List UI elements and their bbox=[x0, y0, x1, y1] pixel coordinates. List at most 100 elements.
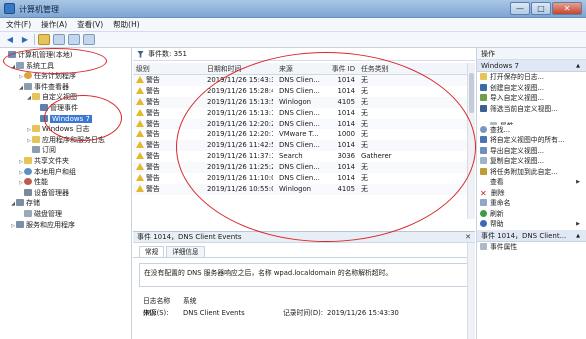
menu-action[interactable]: 操作(A) bbox=[41, 18, 67, 31]
table-row[interactable]: 警告 2019/11/26 10:55:09 Winlogon 4105 无 bbox=[133, 183, 467, 195]
show-hide-tree-icon[interactable] bbox=[53, 34, 65, 45]
forward-arrow-icon[interactable]: ▶ bbox=[19, 34, 31, 45]
table-row[interactable]: 警告 2019/11/26 11:25:22 DNS Clien... 1014 无 bbox=[133, 162, 467, 174]
tree-item[interactable]: 磁盘管理 bbox=[0, 209, 131, 220]
column-level[interactable]: 级别 bbox=[133, 63, 193, 74]
tree-item-label: 系统工具 bbox=[26, 61, 54, 70]
tree-item[interactable]: ◢ 存储 bbox=[0, 198, 131, 209]
action-item[interactable]: 查看 ▶ bbox=[477, 177, 586, 188]
view-icon bbox=[480, 178, 487, 185]
show-action-pane-icon[interactable] bbox=[83, 34, 95, 45]
table-row[interactable]: 警告 2019/11/26 11:42:56 DNS Clien... 1014 无 bbox=[133, 140, 467, 152]
detail-scrollbar[interactable] bbox=[467, 243, 475, 339]
warning-icon bbox=[136, 184, 144, 192]
menu-file[interactable]: 文件(F) bbox=[6, 18, 31, 31]
action-label: 创建自定义视图... bbox=[490, 83, 545, 92]
actions-section-view-label: Windows 7 bbox=[481, 62, 519, 70]
column-task-category[interactable]: 任务类别 bbox=[361, 63, 413, 74]
cell-source: Winlogon bbox=[279, 184, 312, 193]
actions-section-view[interactable]: Windows 7 ▲ bbox=[477, 60, 586, 72]
cell-level: 警告 bbox=[133, 140, 193, 151]
action-item[interactable]: 将任务附加到此自定... bbox=[477, 167, 586, 178]
collapse-triangle-icon[interactable]: ▲ bbox=[576, 230, 580, 242]
table-row[interactable]: 警告 2019/11/26 15:13:53 Winlogon 4105 无 bbox=[133, 96, 467, 108]
toolbar-separator bbox=[34, 34, 35, 45]
tree-item[interactable]: ◢ 系统工具 bbox=[0, 61, 131, 72]
action-item[interactable]: 导出自定义视图... bbox=[477, 146, 586, 157]
event-list-scrollbar[interactable] bbox=[467, 63, 475, 219]
action-item[interactable]: 帮助 ▶ bbox=[477, 219, 586, 230]
cell-event-id: 1014 bbox=[337, 163, 355, 172]
column-datetime[interactable]: 日期和时间 bbox=[193, 63, 273, 74]
detail-tabs: 常规 详细信息 bbox=[133, 243, 475, 258]
table-row[interactable]: 警告 2019/11/26 15:13:15 DNS Clien... 1014 无 bbox=[133, 108, 467, 119]
event-table: 级别 日期和时间 来源 事件 ID 任务类别 警告 2019/11/26 15:4… bbox=[133, 63, 467, 195]
maximize-button[interactable]: □ bbox=[531, 2, 551, 15]
tree-item[interactable]: ▷ 应用程序和服务日志 bbox=[0, 135, 131, 146]
import-icon bbox=[480, 94, 487, 101]
action-item[interactable]: 打开保存的日志... bbox=[477, 72, 586, 83]
action-item[interactable]: 复制自定义视图... bbox=[477, 156, 586, 167]
action-item[interactable]: 刷新 bbox=[477, 209, 586, 220]
actions-pane: 操作 Windows 7 ▲ 打开保存的日志... 创建自定义视图... 导入自定义… bbox=[476, 48, 586, 339]
help-pane-icon[interactable] bbox=[68, 34, 80, 45]
tree-item-label: 本地用户和组 bbox=[34, 167, 76, 176]
tree-item[interactable]: ▷ 性能 bbox=[0, 177, 131, 188]
folder-icon bbox=[32, 135, 40, 143]
scroll-thumb[interactable] bbox=[469, 73, 474, 113]
tab-details[interactable]: 详细信息 bbox=[166, 246, 205, 257]
close-detail-icon[interactable]: ✕ bbox=[465, 232, 471, 243]
table-row[interactable]: 警告 2019/11/26 11:10:04 DNS Clien... 1014 无 bbox=[133, 173, 467, 184]
tab-general[interactable]: 常规 bbox=[139, 246, 165, 257]
column-source[interactable]: 来源 bbox=[273, 63, 331, 74]
close-button[interactable]: ✕ bbox=[552, 2, 582, 15]
table-row[interactable]: 警告 2019/11/26 15:43:30 DNS Clien... 1014 无 bbox=[133, 75, 467, 86]
action-item[interactable]: 导入自定义视图... bbox=[477, 93, 586, 104]
level-text: 警告 bbox=[146, 184, 160, 193]
tree-item[interactable]: 设备管理器 bbox=[0, 188, 131, 199]
toolbar: ◀ ▶ bbox=[0, 32, 586, 48]
table-row[interactable]: 警告 2019/11/26 11:37:16 Search 3036 Gatherer bbox=[133, 151, 467, 162]
action-item[interactable]: 查找... bbox=[477, 125, 586, 136]
tree-item[interactable]: 订阅 bbox=[0, 145, 131, 156]
menu-help[interactable]: 帮助(H) bbox=[113, 18, 140, 31]
tree-item[interactable]: ▷ 共享文件夹 bbox=[0, 156, 131, 167]
tree-item[interactable]: ▷ Windows 日志 bbox=[0, 124, 131, 135]
menu-bar: 文件(F) 操作(A) 查看(V) 帮助(H) bbox=[0, 18, 586, 32]
back-arrow-icon[interactable]: ◀ bbox=[4, 34, 16, 45]
event-list-pane: 事件数: 351 级别 日期和时间 来源 事件 ID 任务类别 警告 2019/1… bbox=[133, 48, 475, 339]
action-item[interactable]: 创建自定义视图... bbox=[477, 83, 586, 94]
action-item[interactable]: 事件属性 bbox=[477, 242, 586, 253]
actions-section-event[interactable]: 事件 1014，DNS Client... ▲ bbox=[477, 229, 586, 242]
actions-section-event-label: 事件 1014，DNS Client... bbox=[481, 231, 567, 240]
collapse-triangle-icon[interactable]: ▲ bbox=[576, 60, 580, 72]
warning-icon bbox=[136, 163, 144, 171]
menu-view[interactable]: 查看(V) bbox=[77, 18, 103, 31]
action-item[interactable]: 筛选当前自定义视图... bbox=[477, 104, 586, 115]
table-row[interactable]: 警告 2019/11/26 12:20:18 VMware T... 1000 无 bbox=[133, 129, 467, 140]
tree-item[interactable]: ▷ 本地用户和组 bbox=[0, 167, 131, 178]
event-count-bar: 事件数: 351 bbox=[133, 48, 475, 61]
column-event-id[interactable]: 事件 ID bbox=[331, 63, 361, 74]
event-message[interactable]: 在没有配置的 DNS 服务器响应之后，名称 wpad.localdomain 的… bbox=[139, 263, 469, 287]
action-item[interactable]: 将自定义视图中的所有... bbox=[477, 135, 586, 146]
up-folder-icon[interactable] bbox=[38, 34, 50, 45]
action-item[interactable]: ✕ 删除 bbox=[477, 188, 586, 199]
tree-item[interactable]: 计算机管理(本地) bbox=[0, 50, 131, 61]
level-text: 警告 bbox=[146, 174, 160, 183]
tree-item[interactable]: 管理事件 bbox=[0, 103, 131, 114]
table-row[interactable]: 警告 2019/11/26 15:28:47 DNS Clien... 1014 无 bbox=[133, 86, 467, 97]
tools-icon bbox=[16, 61, 24, 69]
tree-item[interactable]: Windows 7 bbox=[0, 114, 131, 125]
tree-item-label: 管理事件 bbox=[50, 103, 78, 112]
tree-item[interactable]: ▷ 任务计划程序 bbox=[0, 71, 131, 82]
help-icon bbox=[480, 220, 487, 227]
table-row[interactable]: 警告 2019/11/26 12:20:27 DNS Clien... 1014 无 bbox=[133, 118, 467, 130]
tree-item[interactable]: ◢ 自定义视图 bbox=[0, 92, 131, 103]
action-item[interactable]: 重命名 bbox=[477, 198, 586, 209]
tree-item[interactable]: ◢ 事件查看器 bbox=[0, 82, 131, 93]
minimize-button[interactable]: — bbox=[510, 2, 530, 15]
action-item[interactable]: 属性 bbox=[477, 114, 586, 125]
tree-item[interactable]: ▷ 服务和应用程序 bbox=[0, 220, 131, 231]
disk-icon bbox=[24, 209, 32, 217]
